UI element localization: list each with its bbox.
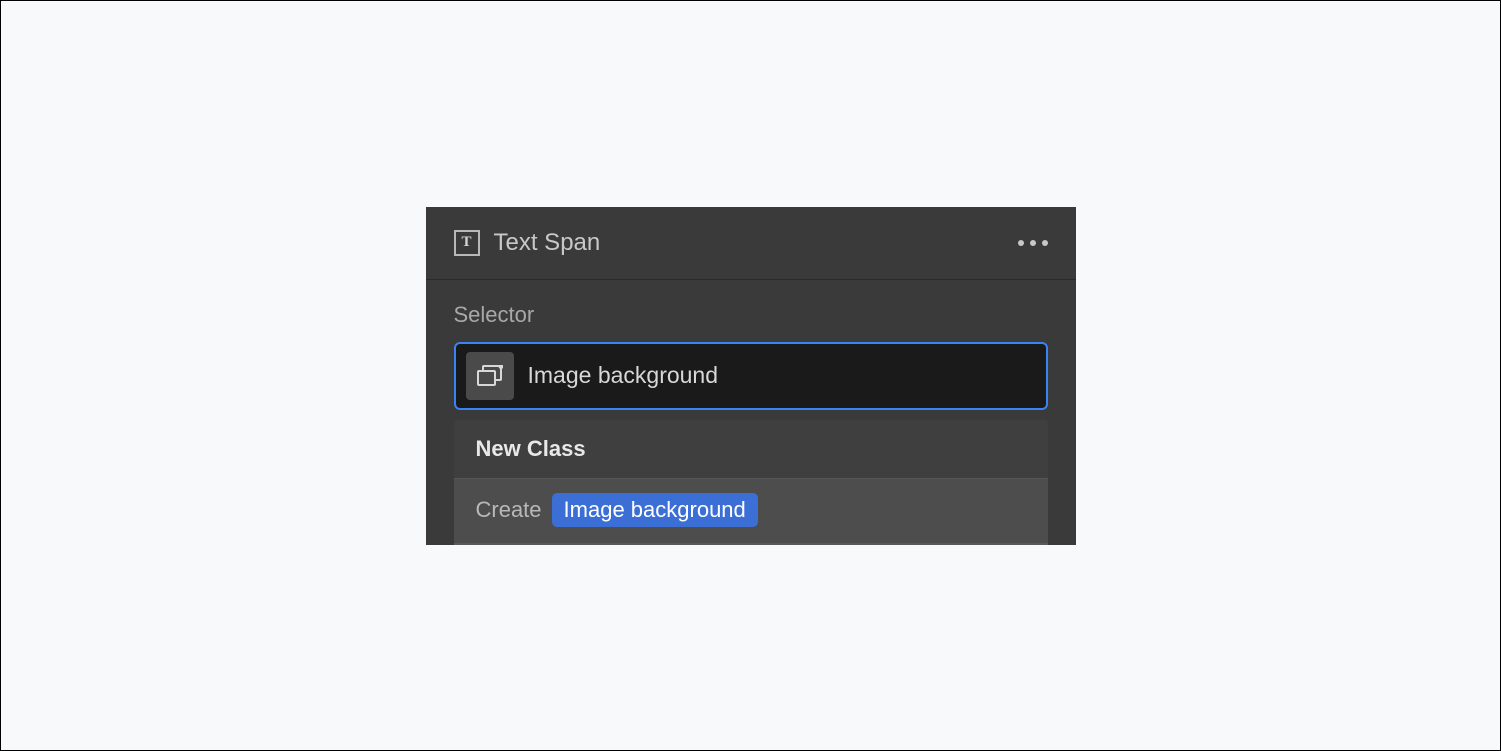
create-prefix: Create <box>476 497 542 523</box>
inheritance-icon[interactable] <box>466 352 514 400</box>
panel-body: Selector New Class Create Image backgrou… <box>426 280 1076 545</box>
selector-input[interactable] <box>528 362 1036 389</box>
header-left: T Text Span <box>454 229 601 257</box>
class-suggestion-dropdown: New Class Create Image background <box>454 420 1048 545</box>
text-span-icon: T <box>454 230 480 256</box>
more-options-icon[interactable] <box>1018 240 1048 246</box>
new-class-name-tag: Image background <box>552 493 758 527</box>
dropdown-heading: New Class <box>454 420 1048 478</box>
selector-label: Selector <box>454 302 1048 328</box>
selector-input-container[interactable] <box>454 342 1048 410</box>
element-type-label: Text Span <box>494 229 601 257</box>
style-panel: T Text Span Selector New Class Create Im… <box>426 207 1076 545</box>
create-class-option[interactable]: Create Image background <box>454 478 1048 545</box>
panel-header: T Text Span <box>426 207 1076 280</box>
